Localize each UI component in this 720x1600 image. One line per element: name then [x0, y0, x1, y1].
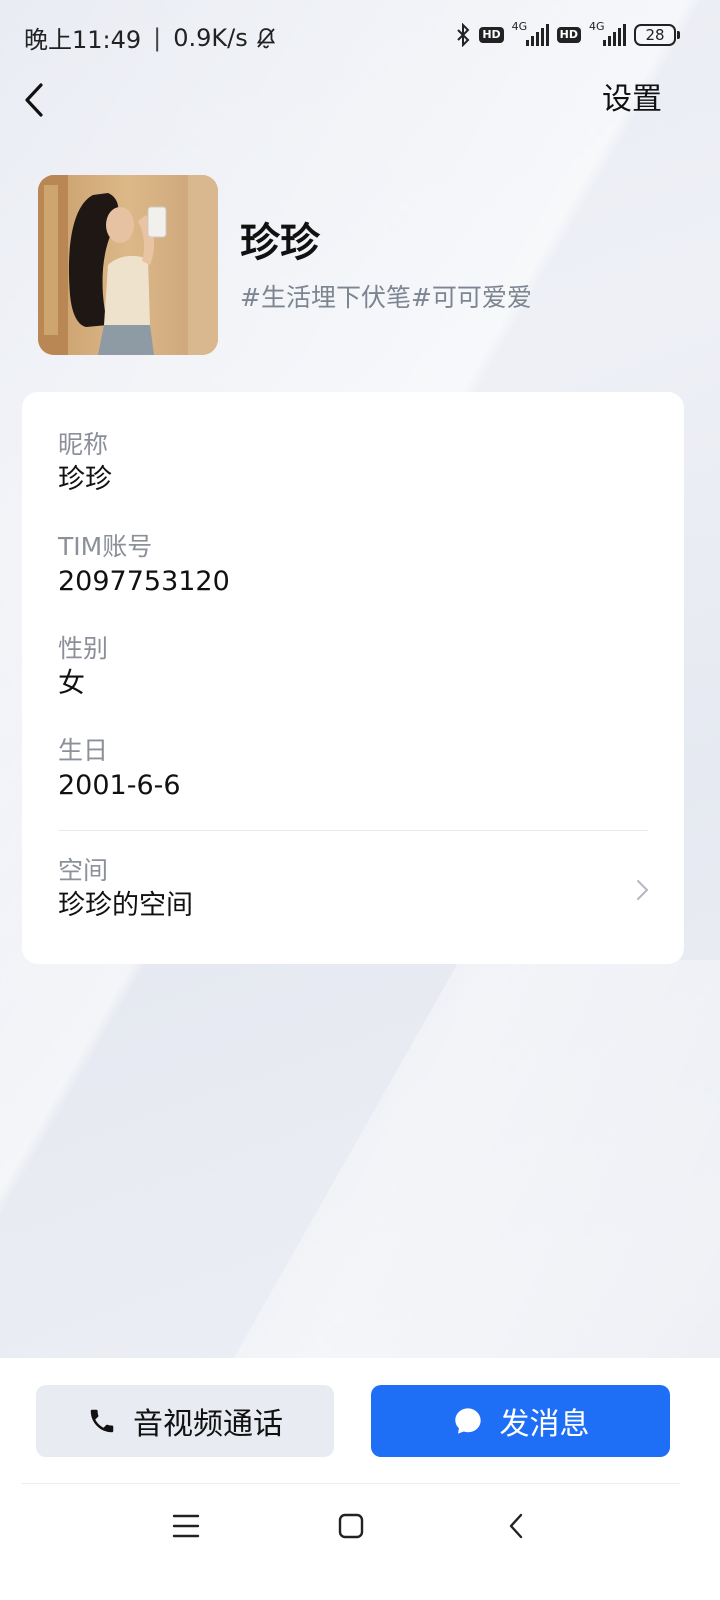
back-arrow-icon	[509, 1513, 523, 1539]
gender-field: 性别 女	[58, 632, 108, 702]
chat-bubble-icon	[454, 1408, 481, 1434]
space-field: 空间 珍珍的空间	[58, 854, 193, 924]
profile-signature: #生活埋下伏笔#可可爱爱	[240, 283, 532, 312]
status-bar: 晚上11:49 | 0.9K/s HD 4G HD 4G 28	[0, 0, 720, 72]
birthday-field: 生日 2001-6-6	[58, 734, 181, 804]
card-divider	[58, 830, 648, 831]
signal-icon: 4G	[589, 20, 626, 46]
back-nav-button[interactable]	[496, 1508, 536, 1544]
nickname-label: 昵称	[58, 430, 109, 459]
space-value: 珍珍的空间	[58, 890, 193, 921]
avatar[interactable]	[38, 175, 218, 355]
battery-icon: 28	[634, 24, 680, 46]
signal-icon: 4G	[512, 20, 549, 46]
home-nav-button[interactable]	[331, 1508, 371, 1544]
settings-button[interactable]: 设置	[602, 78, 662, 122]
status-time: 晚上11:49	[24, 26, 142, 54]
status-left: 晚上11:49 | 0.9K/s	[24, 20, 278, 55]
message-button[interactable]: 发消息	[371, 1385, 670, 1457]
message-button-label: 发消息	[499, 1407, 590, 1442]
background-decoration	[210, 960, 720, 1400]
hd-icon: HD	[556, 27, 581, 43]
gender-value: 女	[58, 668, 85, 699]
menu-icon	[172, 1514, 200, 1538]
phone-icon	[90, 1409, 114, 1433]
tim-account-label: TIM账号	[58, 532, 153, 561]
nickname-value: 珍珍	[58, 464, 112, 495]
avatar-image	[38, 175, 218, 355]
home-square-icon	[338, 1513, 364, 1539]
back-button[interactable]	[14, 78, 54, 122]
battery-level: 28	[645, 26, 665, 44]
bluetooth-icon	[457, 23, 470, 47]
nav-divider	[22, 1483, 680, 1484]
space-label: 空间	[58, 856, 109, 885]
status-right: HD 4G HD 4G 28	[455, 20, 680, 50]
bottom-action-bar: 音视频通话 发消息	[0, 1358, 720, 1600]
chevron-left-icon	[25, 83, 43, 117]
call-button[interactable]: 音视频通话	[36, 1385, 334, 1457]
space-row[interactable]: 空间 珍珍的空间	[22, 844, 684, 934]
info-card: 昵称 珍珍 TIM账号 2097753120 性别 女 生日 2001-6-6 …	[22, 392, 684, 964]
status-separator: |	[153, 23, 162, 52]
call-button-label: 音视频通话	[133, 1407, 283, 1442]
tim-account-value: 2097753120	[58, 566, 230, 597]
gender-label: 性别	[58, 634, 109, 663]
network-type: 4G	[589, 20, 605, 33]
chevron-right-icon	[637, 880, 648, 900]
hd-icon: HD	[479, 27, 504, 43]
network-type: 4G	[511, 20, 528, 33]
menu-nav-button[interactable]	[166, 1508, 206, 1544]
tim-account-field: TIM账号 2097753120	[58, 530, 230, 600]
birthday-value: 2001-6-6	[58, 770, 181, 801]
bell-mute-icon	[256, 27, 275, 48]
birthday-label: 生日	[58, 736, 109, 765]
nickname-field: 昵称 珍珍	[58, 428, 112, 498]
net-speed: 0.9K/s	[173, 23, 248, 52]
profile-name: 珍珍	[240, 220, 320, 266]
